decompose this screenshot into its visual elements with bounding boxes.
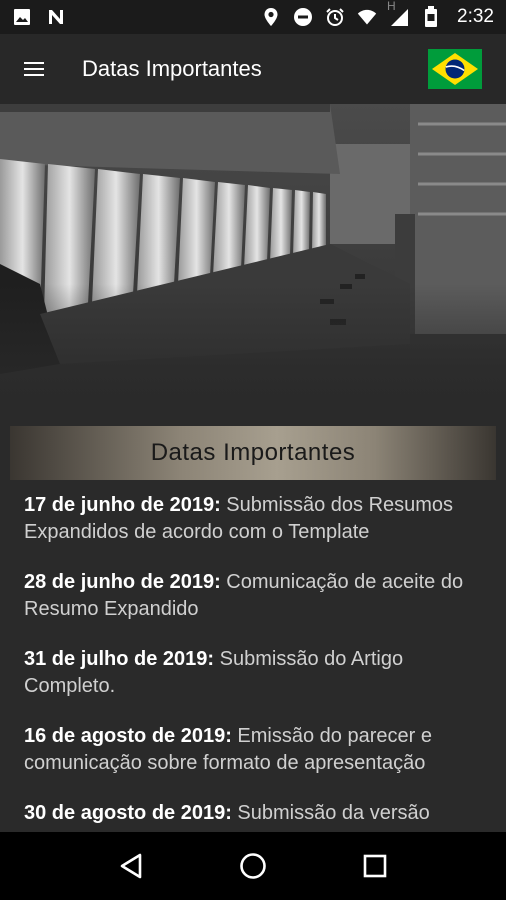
- section-title: Datas Importantes: [150, 439, 356, 466]
- list-item: 17 de junho de 2019: Submissão dos Resum…: [24, 492, 482, 546]
- status-time: 2:32: [457, 6, 494, 27]
- n-icon: [46, 7, 66, 27]
- back-triangle-icon[interactable]: [111, 846, 151, 886]
- list-item: 28 de junho de 2019: Comunicação de acei…: [24, 569, 482, 623]
- do-not-disturb-icon: [293, 7, 313, 27]
- brazil-flag-icon[interactable]: [428, 49, 482, 89]
- hamburger-menu-icon[interactable]: [24, 51, 60, 87]
- network-type-label: H: [387, 0, 396, 13]
- system-nav-bar: [0, 832, 506, 900]
- signal-icon: H: [387, 0, 409, 27]
- page-title: Datas Importantes: [82, 56, 262, 81]
- list-item: 16 de agosto de 2019: Emissão do parecer…: [24, 723, 482, 777]
- date-description: Submissão da versão: [231, 802, 430, 824]
- date-list: 17 de junho de 2019: Submissão dos Resum…: [0, 480, 506, 827]
- location-icon: [261, 7, 281, 27]
- list-item: 30 de agosto de 2019: Submissão da versã…: [24, 800, 482, 827]
- date-label: 31 de julho de 2019:: [24, 648, 215, 670]
- section-header: Datas Importantes: [10, 426, 496, 480]
- hero-image: [0, 104, 506, 404]
- home-circle-icon[interactable]: [233, 846, 273, 886]
- date-label: 16 de agosto de 2019:: [24, 725, 232, 747]
- content-area[interactable]: Datas Importantes 17 de junho de 2019: S…: [0, 404, 506, 832]
- date-label: 30 de agosto de 2019:: [24, 802, 232, 824]
- battery-icon: [421, 6, 441, 27]
- wifi-icon: [357, 7, 377, 27]
- list-item: 31 de julho de 2019: Submissão do Artigo…: [24, 646, 482, 700]
- app-bar: Datas Importantes: [0, 34, 506, 104]
- recents-square-icon[interactable]: [355, 846, 395, 886]
- alarm-icon: [325, 7, 345, 27]
- image-icon: [12, 7, 32, 27]
- date-label: 28 de junho de 2019:: [24, 571, 221, 593]
- date-label: 17 de junho de 2019:: [24, 494, 221, 516]
- status-bar: H 2:32: [0, 0, 506, 34]
